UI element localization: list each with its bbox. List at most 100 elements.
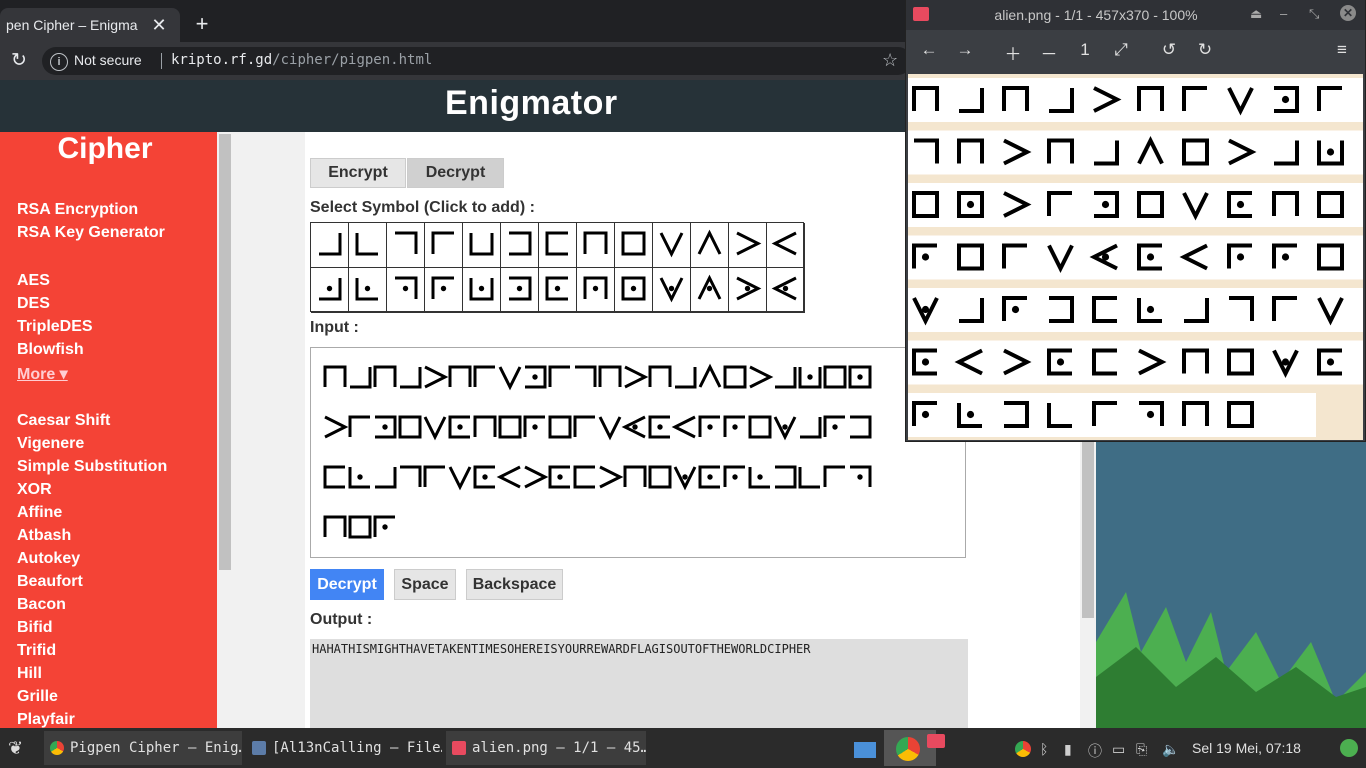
back-arrow-icon[interactable]: ← <box>919 40 939 60</box>
symbol-cell[interactable] <box>653 268 691 313</box>
chrome-tray-icon[interactable] <box>1015 741 1031 757</box>
symbol-cell[interactable] <box>387 223 425 268</box>
sidebar-item[interactable]: More ▾ <box>17 364 68 384</box>
zoom-in-icon[interactable]: ＋ <box>1003 40 1023 65</box>
chrome-icon <box>50 741 64 755</box>
sidebar-item[interactable]: AES <box>17 272 50 290</box>
sidebar-item[interactable]: Simple Substitution <box>17 458 167 476</box>
sidebar-item[interactable]: Bifid <box>17 619 53 637</box>
sidebar-item[interactable]: Atbash <box>17 527 71 545</box>
sidebar-item[interactable]: Playfair <box>17 711 75 729</box>
menu-icon[interactable]: ≡ <box>1332 40 1352 60</box>
start-menu-icon[interactable]: ❦ <box>8 738 23 759</box>
decrypt-button[interactable]: Decrypt <box>310 569 384 600</box>
sidebar-item[interactable]: Caesar Shift <box>17 412 110 430</box>
chrome-launcher-icon[interactable] <box>896 737 920 761</box>
image-viewer-launcher-icon[interactable] <box>927 734 945 748</box>
ciphertext-glyph <box>373 515 395 537</box>
symbol-cell[interactable] <box>691 223 729 268</box>
task-chrome[interactable]: Pigpen Cipher – Enig… <box>44 731 242 765</box>
symbol-cell[interactable] <box>767 268 805 313</box>
symbol-cell[interactable] <box>539 268 577 313</box>
symbol-cell[interactable] <box>501 268 539 313</box>
sidebar-item[interactable]: Beaufort <box>17 573 83 591</box>
clock[interactable]: Sel 19 Mei, 07:18 <box>1192 740 1301 756</box>
clip-icon[interactable]: ⎘ <box>1136 741 1147 758</box>
sidebar-item[interactable]: Vigenere <box>17 435 84 453</box>
reload-icon[interactable]: ↻ <box>8 50 30 72</box>
symbol-cell[interactable] <box>577 223 615 268</box>
backspace-button[interactable]: Backspace <box>466 569 563 600</box>
info-icon[interactable]: i <box>50 53 68 71</box>
bookmark-star-icon[interactable]: ☆ <box>882 50 898 71</box>
symbol-cell[interactable] <box>539 223 577 268</box>
symbol-cell[interactable] <box>311 223 349 268</box>
actual-size-icon[interactable]: 1 <box>1075 40 1095 60</box>
page-scroll-thumb[interactable] <box>1082 440 1094 618</box>
symbol-cell[interactable] <box>425 223 463 268</box>
symbol-cell[interactable] <box>767 223 805 268</box>
symbol-cell[interactable] <box>463 223 501 268</box>
pigpen-symbol-glyph <box>355 278 378 301</box>
sidebar-item[interactable]: TripleDES <box>17 318 93 336</box>
symbol-cell[interactable] <box>615 268 653 313</box>
symbol-cell[interactable] <box>577 268 615 313</box>
ciphertext-input[interactable] <box>310 347 966 558</box>
forward-arrow-icon[interactable]: → <box>955 40 975 60</box>
fit-icon[interactable]: ⤢ <box>1111 40 1131 60</box>
maximize-icon[interactable]: ⤡ <box>1309 6 1319 22</box>
storage-icon[interactable]: ▮ <box>1064 741 1072 758</box>
symbol-cell[interactable] <box>729 268 767 313</box>
input-label: Input : <box>310 319 359 336</box>
sidebar-item[interactable]: Blowfish <box>17 341 84 359</box>
pigpen-symbol-glyph <box>395 231 418 254</box>
task-image-viewer[interactable]: alien.png – 1/1 – 45… <box>446 731 646 765</box>
rotate-left-icon[interactable]: ↺ <box>1159 40 1179 60</box>
symbol-cell[interactable] <box>691 268 729 313</box>
sidebar-item[interactable]: Autokey <box>17 550 80 568</box>
url-text[interactable]: kripto.rf.gd/cipher/pigpen.html <box>171 52 432 68</box>
minimize-icon[interactable]: – <box>1280 6 1287 21</box>
zoom-out-icon[interactable]: － <box>1039 40 1059 65</box>
sidebar-item[interactable]: Hill <box>17 665 42 683</box>
tab-close-icon[interactable]: ✕ <box>150 16 168 34</box>
symbol-cell[interactable] <box>349 268 387 313</box>
site-title[interactable]: Enigmator <box>445 84 618 123</box>
ciphertext-glyph <box>423 416 447 441</box>
info-tray-icon[interactable]: ⓘ <box>1088 741 1102 761</box>
new-tab-button[interactable]: + <box>192 13 212 35</box>
task-file-manager[interactable]: [Al13nCalling – File… <box>246 731 442 765</box>
desktop-switcher-icon[interactable] <box>854 742 876 758</box>
close-icon[interactable]: ✕ <box>1340 5 1356 21</box>
sidebar-scroll-thumb[interactable] <box>219 134 231 570</box>
tab-encrypt[interactable]: Encrypt <box>310 158 406 188</box>
input-glyphs <box>323 363 872 539</box>
symbol-cell[interactable] <box>463 268 501 313</box>
sidebar-item[interactable]: Trifid <box>17 642 56 660</box>
space-button[interactable]: Space <box>394 569 456 600</box>
symbol-cell[interactable] <box>729 223 767 268</box>
volume-icon[interactable]: 🔈 <box>1162 741 1179 758</box>
rotate-right-icon[interactable]: ↻ <box>1195 40 1215 60</box>
symbol-cell[interactable] <box>311 268 349 313</box>
symbol-cell[interactable] <box>615 223 653 268</box>
sidebar-item[interactable]: DES <box>17 295 50 313</box>
sidebar-item[interactable]: Bacon <box>17 596 66 614</box>
ciphertext-glyph <box>496 465 521 489</box>
symbol-cell[interactable] <box>425 268 463 313</box>
sidebar-item[interactable]: XOR <box>17 481 52 499</box>
symbol-cell[interactable] <box>501 223 539 268</box>
sidebar-item[interactable]: Affine <box>17 504 62 522</box>
tab-decrypt[interactable]: Decrypt <box>407 158 504 188</box>
symbol-cell[interactable] <box>387 268 425 313</box>
bluetooth-icon[interactable]: ᛒ <box>1040 741 1048 757</box>
power-icon[interactable] <box>1340 739 1358 757</box>
symbol-cell[interactable] <box>349 223 387 268</box>
symbol-cell[interactable] <box>653 223 691 268</box>
ciphertext-glyph <box>498 366 522 391</box>
shade-icon[interactable]: ⏏ <box>1250 6 1262 22</box>
display-icon[interactable]: ▭ <box>1112 741 1125 758</box>
sidebar-item[interactable]: RSA Encryption <box>17 201 138 219</box>
sidebar-item[interactable]: RSA Key Generator <box>17 224 165 242</box>
sidebar-item[interactable]: Grille <box>17 688 58 706</box>
